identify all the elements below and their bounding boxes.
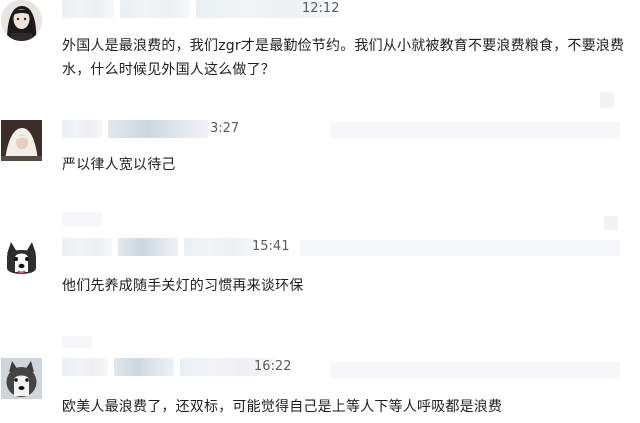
husky-dog-avatar-icon[interactable]	[1, 238, 42, 279]
comment-item: 12:12 外国人是最浪费的，我们zgr才是最勤俭节约。我们从小就被教育不要浪费…	[0, 0, 640, 108]
username-blurred[interactable]	[62, 358, 108, 376]
location-blurred	[184, 238, 256, 256]
reply-placeholder-blur	[62, 336, 92, 348]
reply-placeholder-blur	[604, 216, 618, 230]
comment-meta: 16:22	[62, 358, 372, 376]
person-white-hood-avatar-icon[interactable]	[1, 120, 42, 161]
comment-meta: 3:27	[62, 120, 322, 138]
comment-text: 外国人是最浪费的，我们zgr才是最勤俭节约。我们从小就被教育不要浪费粮食，不要浪…	[62, 38, 625, 78]
girl-portrait-avatar-icon[interactable]	[1, 0, 42, 41]
reply-placeholder-blur	[62, 212, 102, 226]
location-blurred	[108, 120, 208, 138]
comment-text: 严以律人宽以待己	[62, 157, 176, 173]
reply-placeholder-blur	[600, 92, 614, 108]
comment-text: 欧美人最浪费了，还双标，可能觉得自己是上等人下等人呼吸都是浪费	[62, 399, 503, 415]
username-blurred	[120, 0, 190, 18]
reply-placeholder-blur	[300, 240, 620, 256]
username-blurred[interactable]	[62, 0, 114, 18]
comment-meta: 12:12	[62, 0, 362, 18]
comment-timestamp: 15:41	[252, 239, 290, 254]
reply-placeholder-blur	[330, 122, 620, 138]
username-blurred[interactable]	[62, 238, 112, 256]
username-blurred	[114, 358, 174, 376]
comment-text: 他们先养成随手关灯的习惯再来谈环保	[62, 278, 304, 294]
username-blurred[interactable]	[62, 120, 102, 138]
reply-placeholder-blur	[330, 362, 620, 378]
username-blurred	[118, 238, 178, 256]
comment-timestamp: 16:22	[254, 359, 292, 374]
comment-timestamp: 12:12	[302, 1, 340, 16]
comment-timestamp: 3:27	[210, 121, 240, 136]
husky-dog-photo-avatar-icon[interactable]	[1, 358, 42, 399]
